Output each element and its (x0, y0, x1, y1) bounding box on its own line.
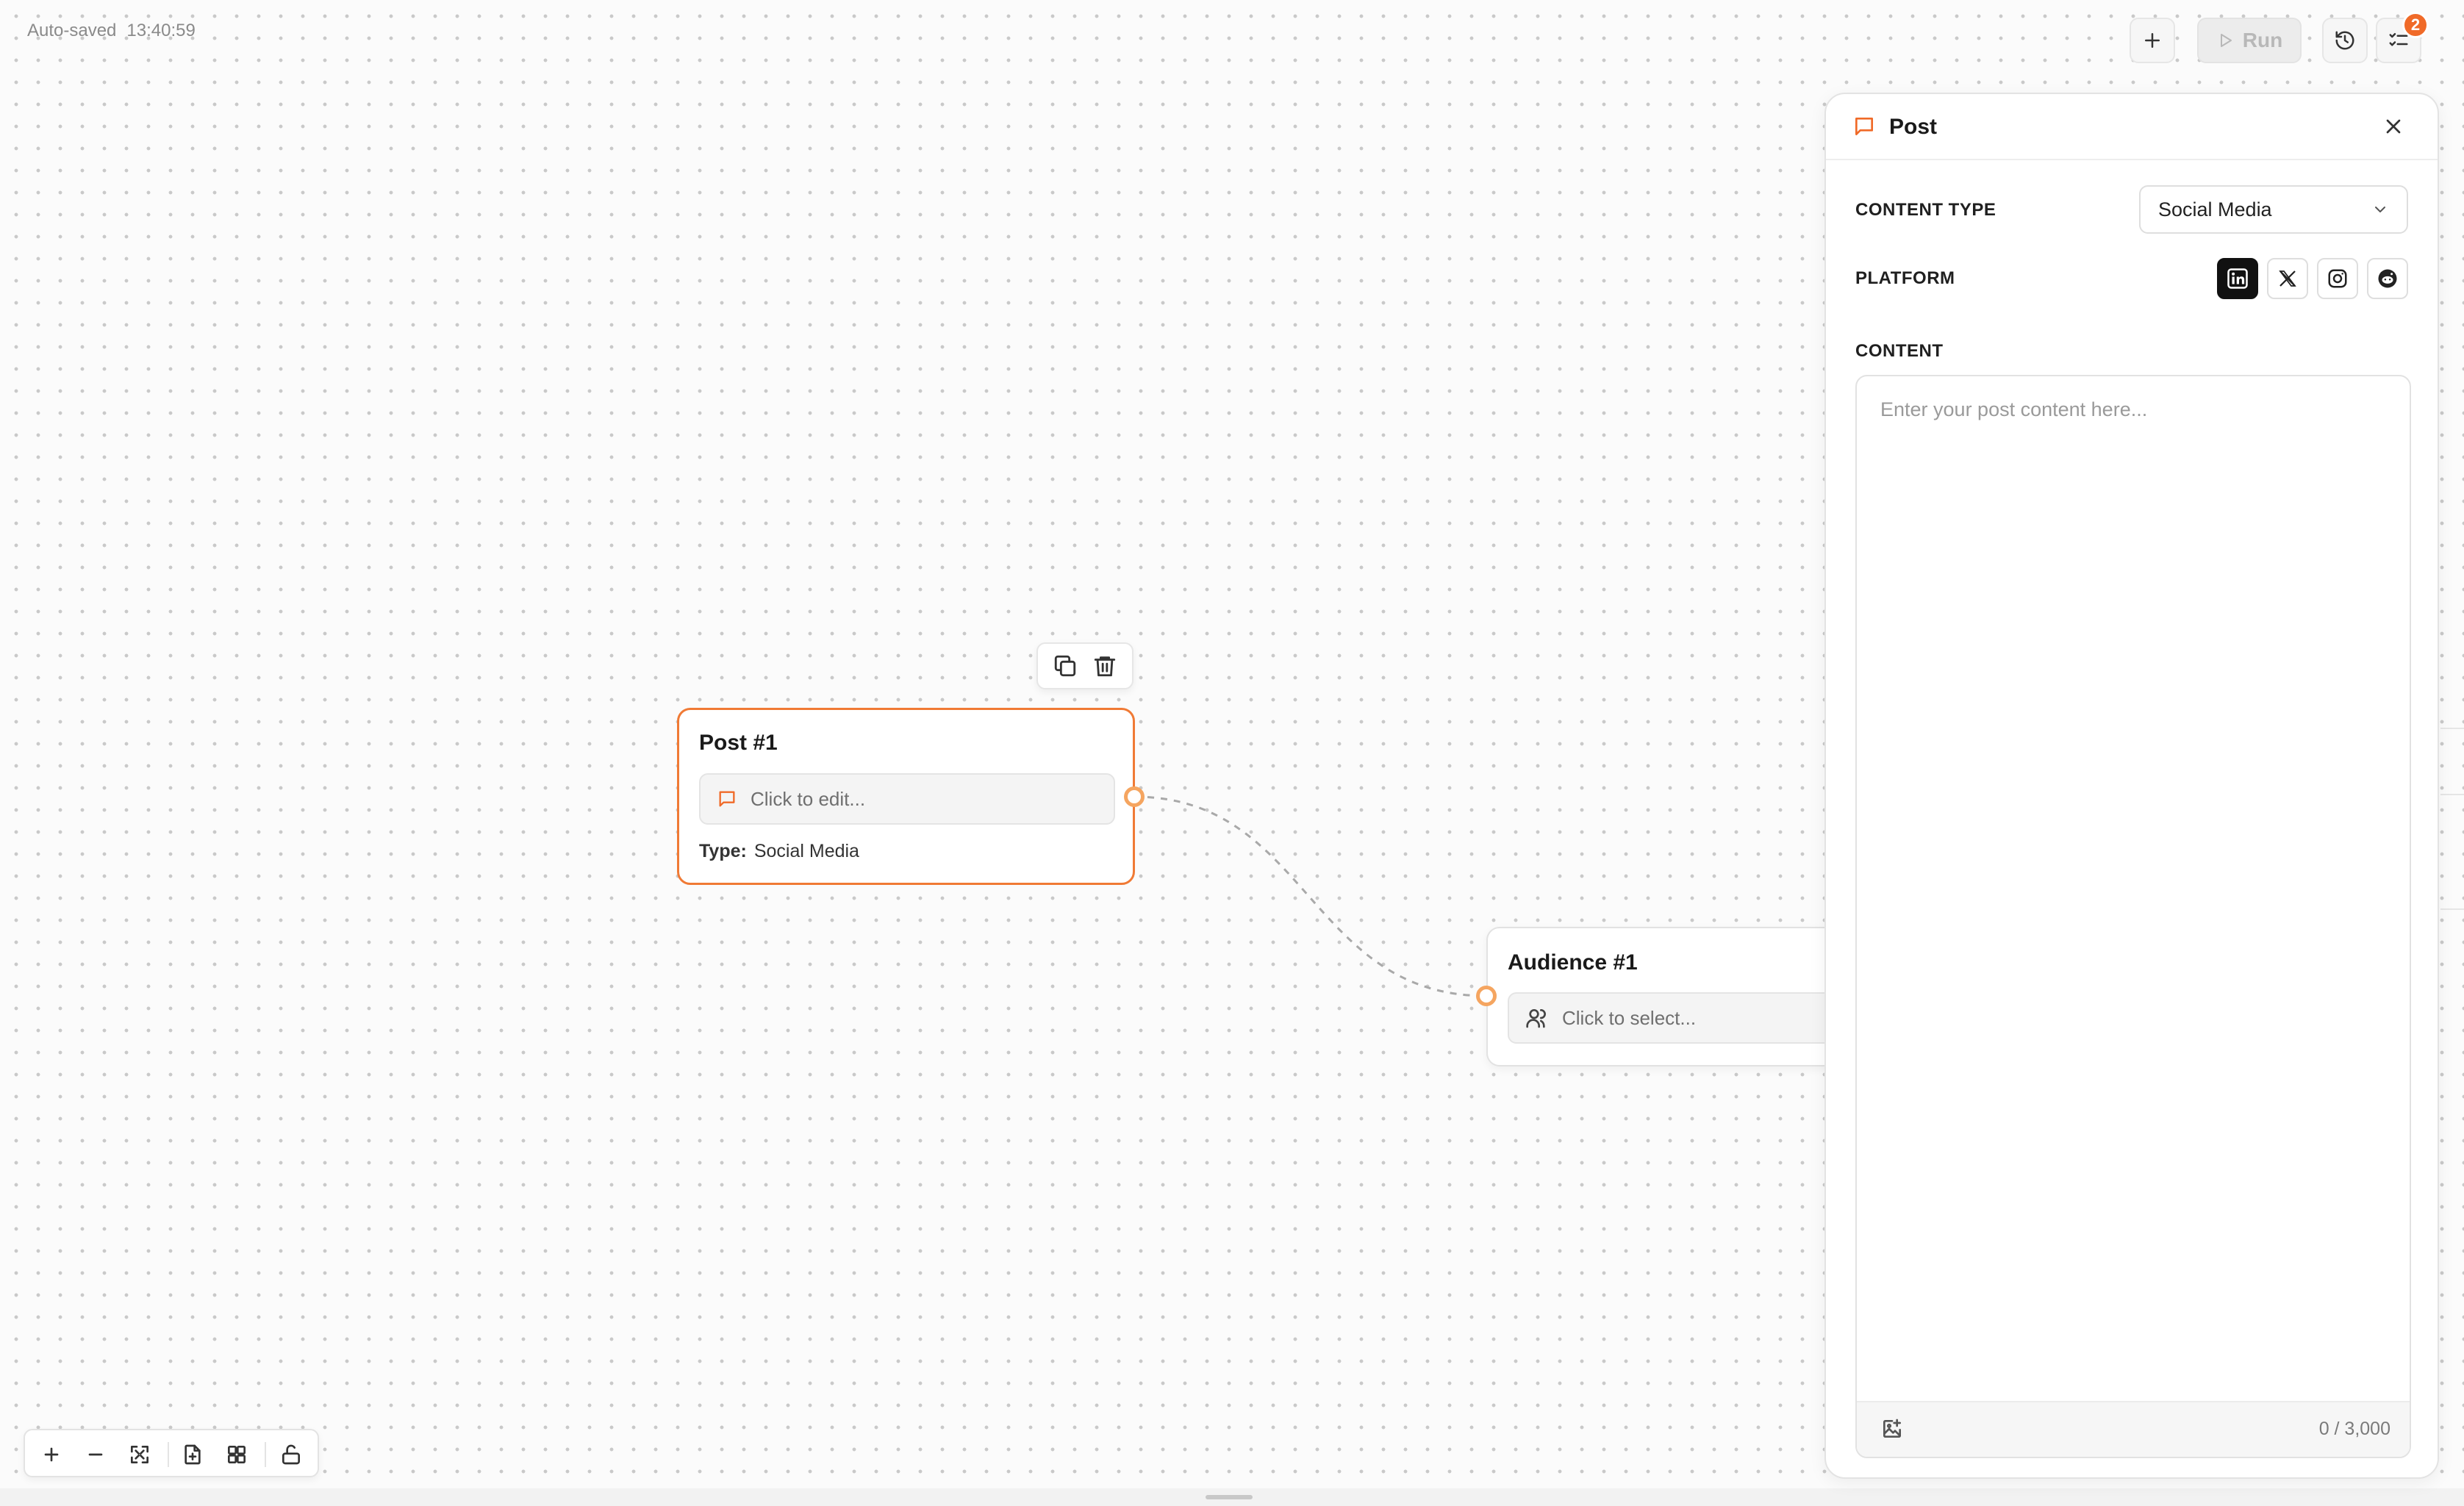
zoom-in-icon[interactable] (40, 1443, 63, 1466)
reddit-icon (2378, 269, 2397, 288)
audience-node-placeholder: Click to select... (1562, 1006, 1697, 1029)
node-toolbar (1036, 642, 1133, 689)
panel-title: Post (1889, 115, 1938, 139)
users-icon (1526, 1009, 1546, 1028)
trash-icon[interactable] (1092, 653, 1117, 678)
post-settings-panel: Post CONTENT TYPE Social Media PLATFORM … (1824, 93, 2439, 1479)
post-node-title: Post #1 (699, 731, 778, 755)
instagram-icon (2328, 269, 2347, 288)
content-placeholder: Enter your post content here... (1880, 398, 2148, 420)
post-node-type-value: Social Media (753, 841, 859, 861)
platform-instagram-button[interactable] (2317, 258, 2358, 299)
post-node-placeholder: Click to edit... (751, 787, 866, 810)
grid-layout-icon[interactable] (225, 1443, 248, 1466)
post-node-type-label: Type: (699, 841, 747, 861)
platform-label: PLATFORM (1855, 268, 1955, 288)
fit-view-icon[interactable] (128, 1443, 151, 1466)
panel-header: Post (1826, 94, 2438, 160)
message-icon (719, 791, 735, 807)
post-content-textarea[interactable]: Enter your post content here... 0 / 3,00… (1855, 375, 2411, 1458)
message-icon (1855, 118, 1873, 135)
post-node[interactable]: Post #1 Click to edit... Type: Social Med… (677, 708, 1135, 885)
textarea-footer: 0 / 3,000 (1857, 1401, 2410, 1457)
add-file-icon[interactable] (181, 1443, 204, 1466)
content-type-select[interactable]: Social Media (2139, 185, 2408, 234)
post-node-type: Type: Social Media (699, 841, 859, 862)
unlock-icon[interactable] (279, 1443, 303, 1466)
add-image-icon[interactable] (1880, 1417, 1904, 1441)
duplicate-icon[interactable] (1053, 653, 1078, 678)
character-counter: 0 / 3,000 (2318, 1419, 2390, 1439)
platform-reddit-button[interactable] (2367, 258, 2408, 299)
content-type-label: CONTENT TYPE (1855, 200, 1996, 220)
platform-x-button[interactable] (2267, 258, 2308, 299)
chevron-down-icon (2375, 207, 2385, 212)
content-label: CONTENT (1855, 341, 1944, 361)
linkedin-icon (2227, 268, 2248, 289)
x-icon (2279, 270, 2296, 287)
canvas-controls (24, 1429, 319, 1477)
audience-node-title: Audience #1 (1508, 950, 1638, 975)
audience-node-input-handle[interactable] (1476, 986, 1497, 1006)
post-node-output-handle[interactable] (1124, 786, 1145, 807)
close-icon[interactable] (2382, 115, 2405, 138)
content-type-value: Social Media (2158, 198, 2272, 220)
platform-linkedin-button[interactable] (2217, 258, 2258, 299)
post-node-edit-field[interactable]: Click to edit... (699, 773, 1115, 825)
zoom-out-icon[interactable] (84, 1443, 107, 1466)
